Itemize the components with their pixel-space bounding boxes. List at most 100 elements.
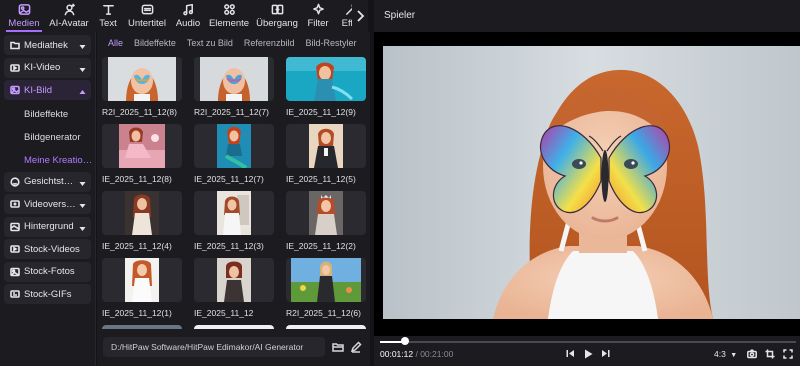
toolbar-ai-avatar[interactable]: AI-Avatar bbox=[48, 0, 90, 32]
stock-video-icon bbox=[10, 244, 20, 254]
sidebar-item-stock-gifs[interactable]: Stock-GIFs bbox=[4, 284, 91, 304]
media-thumbnail bbox=[102, 258, 182, 302]
tab-bild-restyler[interactable]: Bild-Restyler bbox=[305, 38, 356, 48]
sidebar-subitem-bildeffekte[interactable]: Bildeffekte bbox=[4, 103, 91, 126]
media-tabs: Alle Bildeffekte Text zu Bild Referenzbi… bbox=[97, 32, 370, 54]
ai-image-icon bbox=[10, 85, 20, 95]
next-frame-icon bbox=[602, 350, 610, 357]
media-item[interactable]: IE_2025_11_12(1) bbox=[102, 258, 182, 324]
media-item[interactable]: IE_2025_11_12(8) bbox=[102, 124, 182, 190]
previous-frame-button[interactable] bbox=[566, 348, 575, 359]
background-icon bbox=[10, 222, 20, 232]
folder-icon bbox=[10, 40, 20, 50]
edit-icon[interactable] bbox=[350, 341, 362, 353]
timeline-scrubber[interactable] bbox=[380, 341, 796, 343]
path-field[interactable]: D:/HitPaw Software/HitPaw Edimakor/AI Ge… bbox=[103, 337, 325, 357]
scrubber-handle[interactable] bbox=[400, 337, 409, 345]
stock-photo-icon bbox=[10, 267, 20, 277]
media-item[interactable] bbox=[102, 325, 182, 329]
sidebar-item-videoverstaerker[interactable]: Videoverstärk… bbox=[4, 194, 91, 214]
media-thumbnail bbox=[286, 258, 366, 302]
sidebar-item-ki-bild[interactable]: KI-Bild bbox=[4, 80, 91, 100]
media-item[interactable]: IE_2025_11_12(5) bbox=[286, 124, 366, 190]
next-frame-button[interactable] bbox=[601, 348, 610, 359]
folder-open-icon[interactable] bbox=[332, 341, 344, 353]
chevron-down-icon bbox=[79, 65, 86, 72]
crop-button[interactable] bbox=[765, 348, 775, 359]
media-thumbnail bbox=[102, 191, 182, 235]
sidebar-item-mediathek[interactable]: Mediathek bbox=[4, 35, 91, 55]
toolbar-audio[interactable]: Audio bbox=[174, 0, 202, 32]
ai-video-icon bbox=[10, 63, 20, 73]
subtitle-icon bbox=[141, 4, 153, 15]
sidebar: Mediathek KI-Video KI-Bild Bildeffekte B… bbox=[0, 32, 96, 366]
media-thumbnail bbox=[102, 124, 182, 168]
aspect-ratio-select[interactable]: 4:3 ▼ bbox=[714, 349, 737, 359]
preview-image[interactable] bbox=[383, 46, 800, 319]
snapshot-button[interactable] bbox=[747, 348, 757, 359]
play-icon bbox=[585, 349, 593, 358]
tab-bildeffekte[interactable]: Bildeffekte bbox=[134, 38, 176, 48]
chevron-down-icon: ▼ bbox=[730, 352, 738, 359]
sidebar-item-gesichtstausch[interactable]: Gesichtstausch bbox=[4, 171, 91, 192]
sidebar-item-stock-videos[interactable]: Stock-Videos bbox=[4, 239, 91, 259]
total-time: 00:21:00 bbox=[420, 349, 454, 359]
timecode: 00:01:12 / 00:21:00 bbox=[380, 349, 454, 359]
play-button[interactable] bbox=[584, 348, 593, 359]
media-item[interactable]: IE_2025_11_12(3) bbox=[194, 191, 274, 257]
media-icon bbox=[18, 4, 30, 15]
chevron-down-icon bbox=[79, 42, 86, 49]
tab-referenzbild[interactable]: Referenzbild bbox=[244, 38, 295, 48]
media-thumbnail bbox=[194, 124, 274, 168]
player-panel: Spieler 00:01:12 / 00:21:00 4:3 ▼ bbox=[374, 0, 800, 366]
media-thumbnail bbox=[194, 258, 274, 302]
chevron-up-icon bbox=[79, 87, 86, 94]
media-item[interactable]: IE_2025_11_12(9) bbox=[286, 57, 366, 123]
toolbar-elemente[interactable]: Elemente bbox=[209, 0, 249, 32]
top-toolbar: Medien AI-Avatar Text Untertitel Audio E… bbox=[0, 0, 368, 32]
media-thumbnail bbox=[286, 57, 366, 101]
tab-alle[interactable]: Alle bbox=[108, 38, 123, 48]
avatar-icon bbox=[64, 3, 75, 16]
player-title: Spieler bbox=[384, 10, 416, 21]
preview-stage bbox=[374, 32, 800, 336]
toolbar-medien[interactable]: Medien bbox=[5, 0, 43, 32]
media-item[interactable]: IE_2025_11_12(2) bbox=[286, 191, 366, 257]
media-item[interactable]: R2I_2025_11_12(7) bbox=[194, 57, 274, 123]
sidebar-item-hintergrund[interactable]: Hintergrund bbox=[4, 216, 91, 237]
media-item[interactable]: R2I_2025_11_12(8) bbox=[102, 57, 182, 123]
media-item[interactable]: IE_2025_11_12(4) bbox=[102, 191, 182, 257]
sidebar-subitem-bildgenerator[interactable]: Bildgenerator bbox=[4, 126, 91, 149]
media-item[interactable] bbox=[194, 325, 274, 329]
sidebar-item-ki-video[interactable]: KI-Video bbox=[4, 57, 91, 78]
audio-icon bbox=[182, 3, 193, 16]
media-thumbnail bbox=[286, 325, 366, 329]
face-swap-icon bbox=[10, 176, 20, 187]
chevron-down-icon bbox=[79, 201, 86, 208]
chevron-down-icon bbox=[79, 179, 86, 186]
toolbar-uebergang[interactable]: Übergang bbox=[256, 0, 298, 32]
enhance-icon bbox=[10, 199, 20, 209]
media-thumbnail bbox=[194, 191, 274, 235]
media-item[interactable]: R2I_2025_11_12(6) bbox=[286, 258, 366, 324]
tab-text-zu-bild[interactable]: Text zu Bild bbox=[187, 38, 233, 48]
transition-icon bbox=[271, 4, 283, 15]
sidebar-subitem-meine-kreationen[interactable]: Meine Kreatio… bbox=[4, 149, 91, 172]
previous-frame-icon bbox=[566, 350, 574, 357]
toolbar-untertitel[interactable]: Untertitel bbox=[127, 0, 167, 32]
toolbar-text[interactable]: Text bbox=[96, 0, 120, 32]
media-item[interactable]: IE_2025_11_12 bbox=[194, 258, 274, 324]
sidebar-item-stock-fotos[interactable]: Stock-Fotos bbox=[4, 261, 91, 282]
current-time: 00:01:12 bbox=[380, 349, 414, 359]
media-thumbnail bbox=[102, 325, 182, 329]
toolbar-scroll-right-button[interactable] bbox=[352, 0, 368, 32]
fullscreen-button[interactable] bbox=[783, 348, 793, 359]
media-panel: Alle Bildeffekte Text zu Bild Referenzbi… bbox=[97, 32, 370, 366]
chevron-right-icon bbox=[356, 10, 364, 22]
stock-gif-icon bbox=[10, 289, 20, 299]
snapshot-icon bbox=[747, 348, 757, 358]
toolbar-filter[interactable]: Filter bbox=[305, 0, 331, 32]
media-item[interactable]: IE_2025_11_12(7) bbox=[194, 124, 274, 190]
media-thumbnail bbox=[194, 325, 274, 329]
media-item[interactable] bbox=[286, 325, 366, 329]
